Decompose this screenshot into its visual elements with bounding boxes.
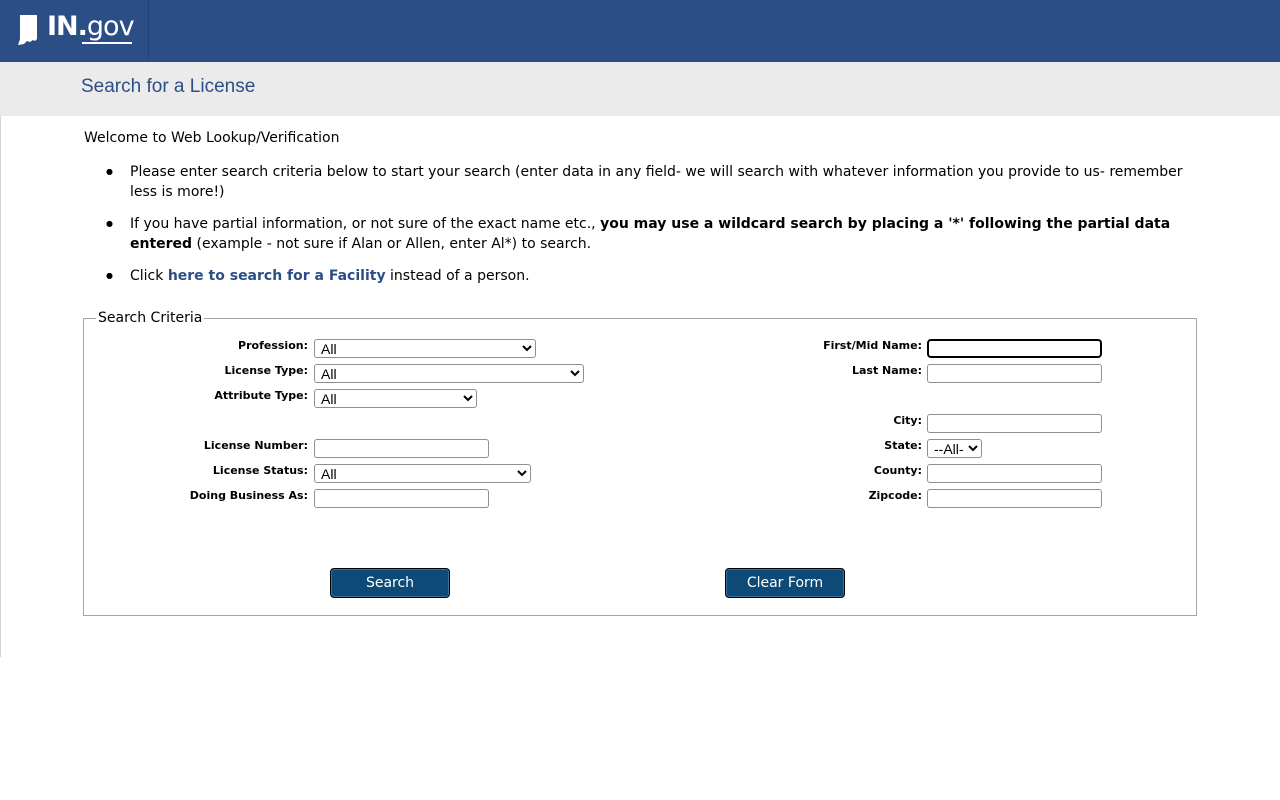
instruction-text: (example - not sure if Alan or Allen, en…	[192, 236, 592, 252]
city-label: City:	[893, 414, 922, 427]
zipcode-label: Zipcode:	[868, 489, 922, 502]
attribute-type-label: Attribute Type:	[214, 389, 308, 402]
welcome-text: Welcome to Web Lookup/Verification	[84, 130, 340, 146]
license-status-select[interactable]: All	[314, 464, 531, 483]
attribute-type-select[interactable]: All	[314, 389, 477, 408]
logo-dot: .	[77, 11, 88, 42]
site-header: IN.gov	[0, 0, 1280, 62]
license-type-label: License Type:	[224, 364, 308, 377]
city-input[interactable]	[927, 414, 1102, 433]
dba-input[interactable]	[314, 489, 489, 508]
last-name-label: Last Name:	[851, 364, 922, 377]
content-divider	[0, 116, 1, 657]
search-button[interactable]: Search	[330, 568, 450, 598]
ingov-logo[interactable]: IN.gov	[0, 0, 149, 62]
ingov-wordmark: IN.gov	[47, 10, 135, 44]
dba-label: Doing Business As:	[189, 489, 308, 502]
list-item: If you have partial information, or not …	[106, 214, 1196, 254]
profession-select[interactable]: All	[314, 339, 536, 358]
license-number-label: License Number:	[203, 439, 308, 452]
clear-form-button[interactable]: Clear Form	[725, 568, 845, 598]
instruction-text: If you have partial information, or not …	[130, 216, 601, 232]
last-name-input[interactable]	[927, 364, 1102, 383]
page-title: Search for a License	[81, 76, 256, 97]
logo-in: IN	[47, 11, 79, 42]
first-mid-name-label: First/Mid Name:	[823, 339, 922, 352]
facility-search-link[interactable]: here to search for a Facility	[168, 268, 386, 284]
state-select[interactable]: --All--	[927, 439, 982, 458]
search-criteria-legend: Search Criteria	[98, 310, 203, 326]
state-label: State:	[884, 439, 922, 452]
license-type-select[interactable]: All	[314, 364, 584, 383]
county-input[interactable]	[927, 464, 1102, 483]
list-item: Please enter search criteria below to st…	[106, 162, 1196, 202]
license-number-input[interactable]	[314, 439, 489, 458]
indiana-state-icon	[18, 15, 37, 45]
profession-label: Profession:	[238, 339, 308, 352]
list-item: Click here to search for a Facility inst…	[106, 266, 1196, 286]
zipcode-input[interactable]	[927, 489, 1102, 508]
license-status-label: License Status:	[212, 464, 308, 477]
county-label: County:	[873, 464, 922, 477]
instruction-text: Click	[130, 268, 168, 284]
logo-underline	[82, 42, 132, 44]
instruction-text: Please enter search criteria below to st…	[130, 164, 1183, 200]
instructions-list: Please enter search criteria below to st…	[106, 162, 1196, 298]
logo-gov: gov	[86, 11, 135, 42]
first-mid-name-input[interactable]	[927, 339, 1102, 358]
instruction-text: instead of a person.	[385, 268, 530, 284]
